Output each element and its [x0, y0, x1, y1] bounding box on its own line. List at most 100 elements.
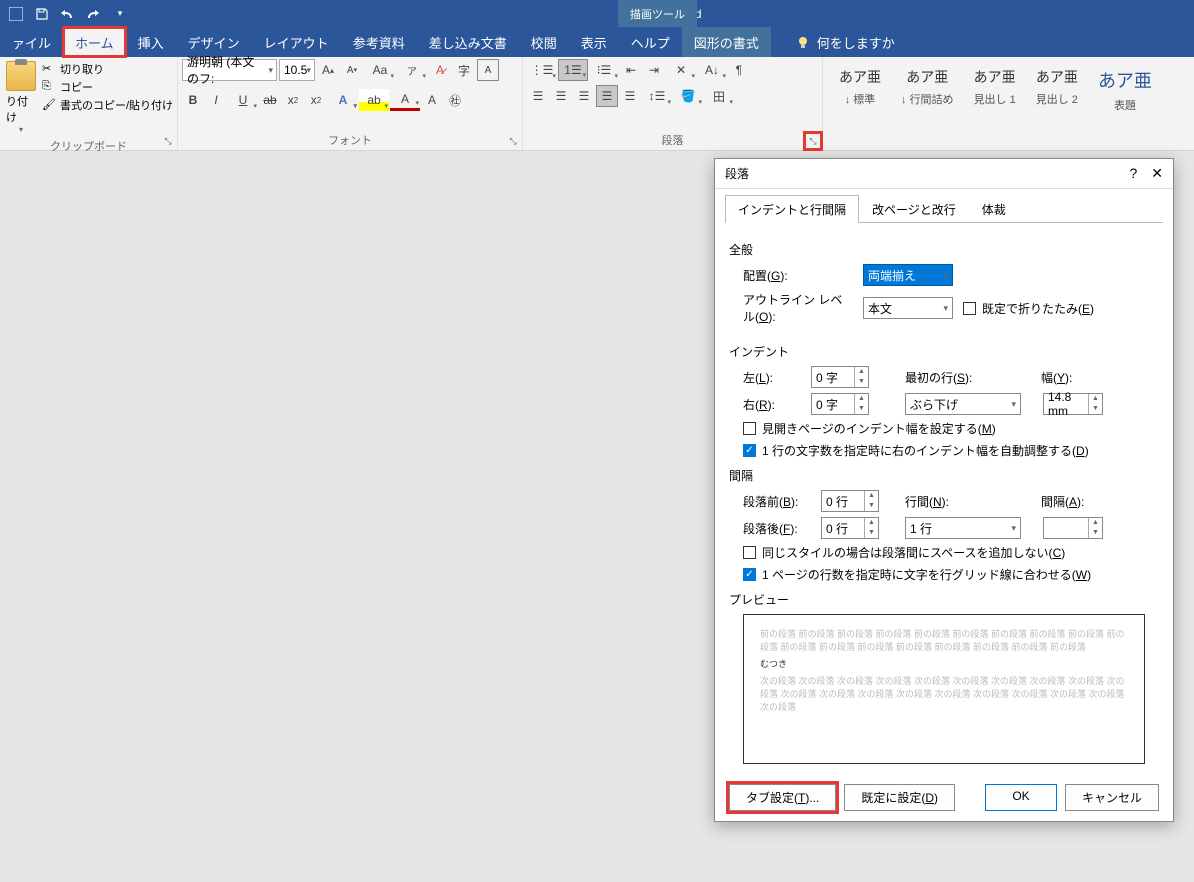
at-spinner[interactable]: ▲▼	[1043, 517, 1103, 539]
tab-insert[interactable]: 挿入	[126, 27, 176, 57]
redo-icon[interactable]	[82, 2, 106, 26]
line-spacing-combo[interactable]: 1 行	[905, 517, 1021, 539]
italic-button[interactable]: I	[205, 89, 227, 111]
tab-help[interactable]: ヘルプ	[619, 27, 682, 57]
copy-button[interactable]: ⎘コピー	[42, 79, 173, 95]
font-name-combo[interactable]: 游明朝 (本文のフ:	[182, 59, 277, 81]
line-spacing-button[interactable]: ↕☰	[642, 85, 672, 107]
shrink-font-icon[interactable]: A▾	[341, 59, 363, 81]
auto-adjust-checkbox[interactable]: ✓1 行の文字数を指定時に右のインデント幅を自動調整する(D)	[743, 442, 1159, 459]
numbering-button[interactable]: 1☰	[558, 59, 588, 81]
spin-up-icon[interactable]: ▲	[865, 518, 878, 528]
show-marks-icon[interactable]: ¶	[728, 59, 750, 81]
spin-down-icon[interactable]: ▼	[855, 377, 868, 387]
tab-references[interactable]: 参考資料	[341, 27, 417, 57]
outline-combo[interactable]: 本文	[863, 297, 953, 319]
asian-layout-button[interactable]: ✕	[666, 59, 696, 81]
spin-up-icon[interactable]: ▲	[1089, 518, 1102, 528]
subscript-button[interactable]: x2	[282, 89, 304, 111]
sort-button[interactable]: A↓	[697, 59, 727, 81]
char-shading-icon[interactable]: A	[421, 89, 443, 111]
close-icon[interactable]: ✕	[1151, 165, 1163, 182]
tab-mailings[interactable]: 差し込み文書	[417, 27, 519, 57]
word-icon[interactable]	[4, 2, 28, 26]
cancel-button[interactable]: キャンセル	[1065, 784, 1159, 811]
font-size-combo[interactable]: 10.5	[279, 59, 315, 81]
bold-button[interactable]: B	[182, 89, 204, 111]
style-heading2[interactable]: あア亜見出し 2	[1032, 63, 1082, 117]
undo-icon[interactable]	[56, 2, 80, 26]
format-painter-button[interactable]: 🖌書式のコピー/貼り付け	[42, 97, 173, 113]
spin-down-icon[interactable]: ▼	[865, 501, 878, 511]
tabs-button[interactable]: タブ設定(T)...	[729, 784, 836, 811]
snap-grid-checkbox[interactable]: ✓1 ページの行数を指定時に文字を行グリッド線に合わせる(W)	[743, 566, 1159, 583]
tab-review[interactable]: 校閲	[519, 27, 569, 57]
phonetic-guide-button[interactable]: ア	[397, 59, 427, 81]
bullets-button[interactable]: ⋮☰	[527, 59, 557, 81]
style-normal[interactable]: あア亜↓ 標準	[835, 63, 885, 117]
superscript-button[interactable]: x2	[305, 89, 327, 111]
tab-view[interactable]: 表示	[569, 27, 619, 57]
spin-up-icon[interactable]: ▲	[865, 491, 878, 501]
underline-button[interactable]: U	[228, 89, 258, 111]
indent-left-spinner[interactable]: 0 字▲▼	[811, 366, 869, 388]
increase-indent-icon[interactable]: ⇥	[643, 59, 665, 81]
multilevel-button[interactable]: ⁝☰	[589, 59, 619, 81]
enclose-icon[interactable]: ㊓	[444, 89, 466, 111]
save-icon[interactable]	[30, 2, 54, 26]
collapsed-checkbox[interactable]: 既定で折りたたみ(E)	[963, 300, 1094, 317]
spin-up-icon[interactable]: ▲	[855, 367, 868, 377]
space-before-spinner[interactable]: 0 行▲▼	[821, 490, 879, 512]
borders-button[interactable]: 田	[704, 85, 734, 107]
no-space-same-checkbox[interactable]: 同じスタイルの場合は段落間にスペースを追加しない(C)	[743, 544, 1159, 561]
enclose-char-icon[interactable]: 字	[453, 59, 475, 81]
indent-right-spinner[interactable]: 0 字▲▼	[811, 393, 869, 415]
mirror-indent-checkbox[interactable]: 見開きページのインデント幅を設定する(M)	[743, 420, 1159, 437]
style-heading1[interactable]: あア亜見出し 1	[970, 63, 1020, 117]
tab-home[interactable]: ホーム	[63, 27, 126, 57]
tab-shape-format[interactable]: 図形の書式	[682, 27, 771, 57]
align-center-icon[interactable]: ☰	[550, 85, 572, 107]
spin-down-icon[interactable]: ▼	[865, 528, 878, 538]
align-left-icon[interactable]: ☰	[527, 85, 549, 107]
tell-me-search[interactable]: 何をしますか	[795, 27, 895, 57]
dialog-tab-pagebreak[interactable]: 改ページと改行	[859, 195, 969, 223]
spin-down-icon[interactable]: ▼	[1089, 404, 1102, 414]
ok-button[interactable]: OK	[985, 784, 1057, 811]
firstline-combo[interactable]: ぶら下げ	[905, 393, 1021, 415]
font-launcher[interactable]: ⤡	[506, 134, 520, 148]
tab-layout[interactable]: レイアウト	[252, 27, 341, 57]
paragraph-launcher[interactable]: ⤡	[806, 134, 820, 148]
by-spinner[interactable]: 14.8 mm▲▼	[1043, 393, 1103, 415]
cut-button[interactable]: ✂切り取り	[42, 61, 173, 77]
style-title[interactable]: あア亜表題	[1094, 63, 1156, 117]
char-border-icon[interactable]: A	[477, 59, 499, 81]
set-default-button[interactable]: 既定に設定(D)	[844, 784, 955, 811]
align-right-icon[interactable]: ☰	[573, 85, 595, 107]
paste-button[interactable]: り付け ▾	[4, 59, 38, 136]
text-effects-button[interactable]: A	[328, 89, 358, 111]
strikethrough-button[interactable]: ab	[259, 89, 281, 111]
distributed-icon[interactable]: ☰	[619, 85, 641, 107]
alignment-combo[interactable]: 両端揃え	[863, 264, 953, 286]
clear-formatting-icon[interactable]: A̷	[429, 59, 451, 81]
tab-file[interactable]: ァイル	[0, 27, 63, 57]
justify-icon[interactable]: ☰	[596, 85, 618, 107]
dialog-tab-indent[interactable]: インデントと行間隔	[725, 195, 859, 223]
style-no-spacing[interactable]: あア亜↓ 行間詰め	[897, 63, 958, 117]
space-after-spinner[interactable]: 0 行▲▼	[821, 517, 879, 539]
qat-customize[interactable]: ▾	[108, 2, 132, 26]
shading-button[interactable]: 🪣	[673, 85, 703, 107]
clipboard-launcher[interactable]: ⤡	[161, 134, 175, 148]
spin-down-icon[interactable]: ▼	[1089, 528, 1102, 538]
spin-up-icon[interactable]: ▲	[1089, 394, 1102, 404]
highlight-button[interactable]: ab	[359, 89, 389, 111]
change-case-button[interactable]: Aa	[365, 59, 395, 81]
grow-font-icon[interactable]: A▴	[317, 59, 339, 81]
spin-up-icon[interactable]: ▲	[855, 394, 868, 404]
decrease-indent-icon[interactable]: ⇤	[620, 59, 642, 81]
spin-down-icon[interactable]: ▼	[855, 404, 868, 414]
help-icon[interactable]: ?	[1129, 165, 1137, 182]
font-color-button[interactable]: A	[390, 89, 420, 111]
dialog-tab-asian[interactable]: 体裁	[969, 195, 1019, 223]
